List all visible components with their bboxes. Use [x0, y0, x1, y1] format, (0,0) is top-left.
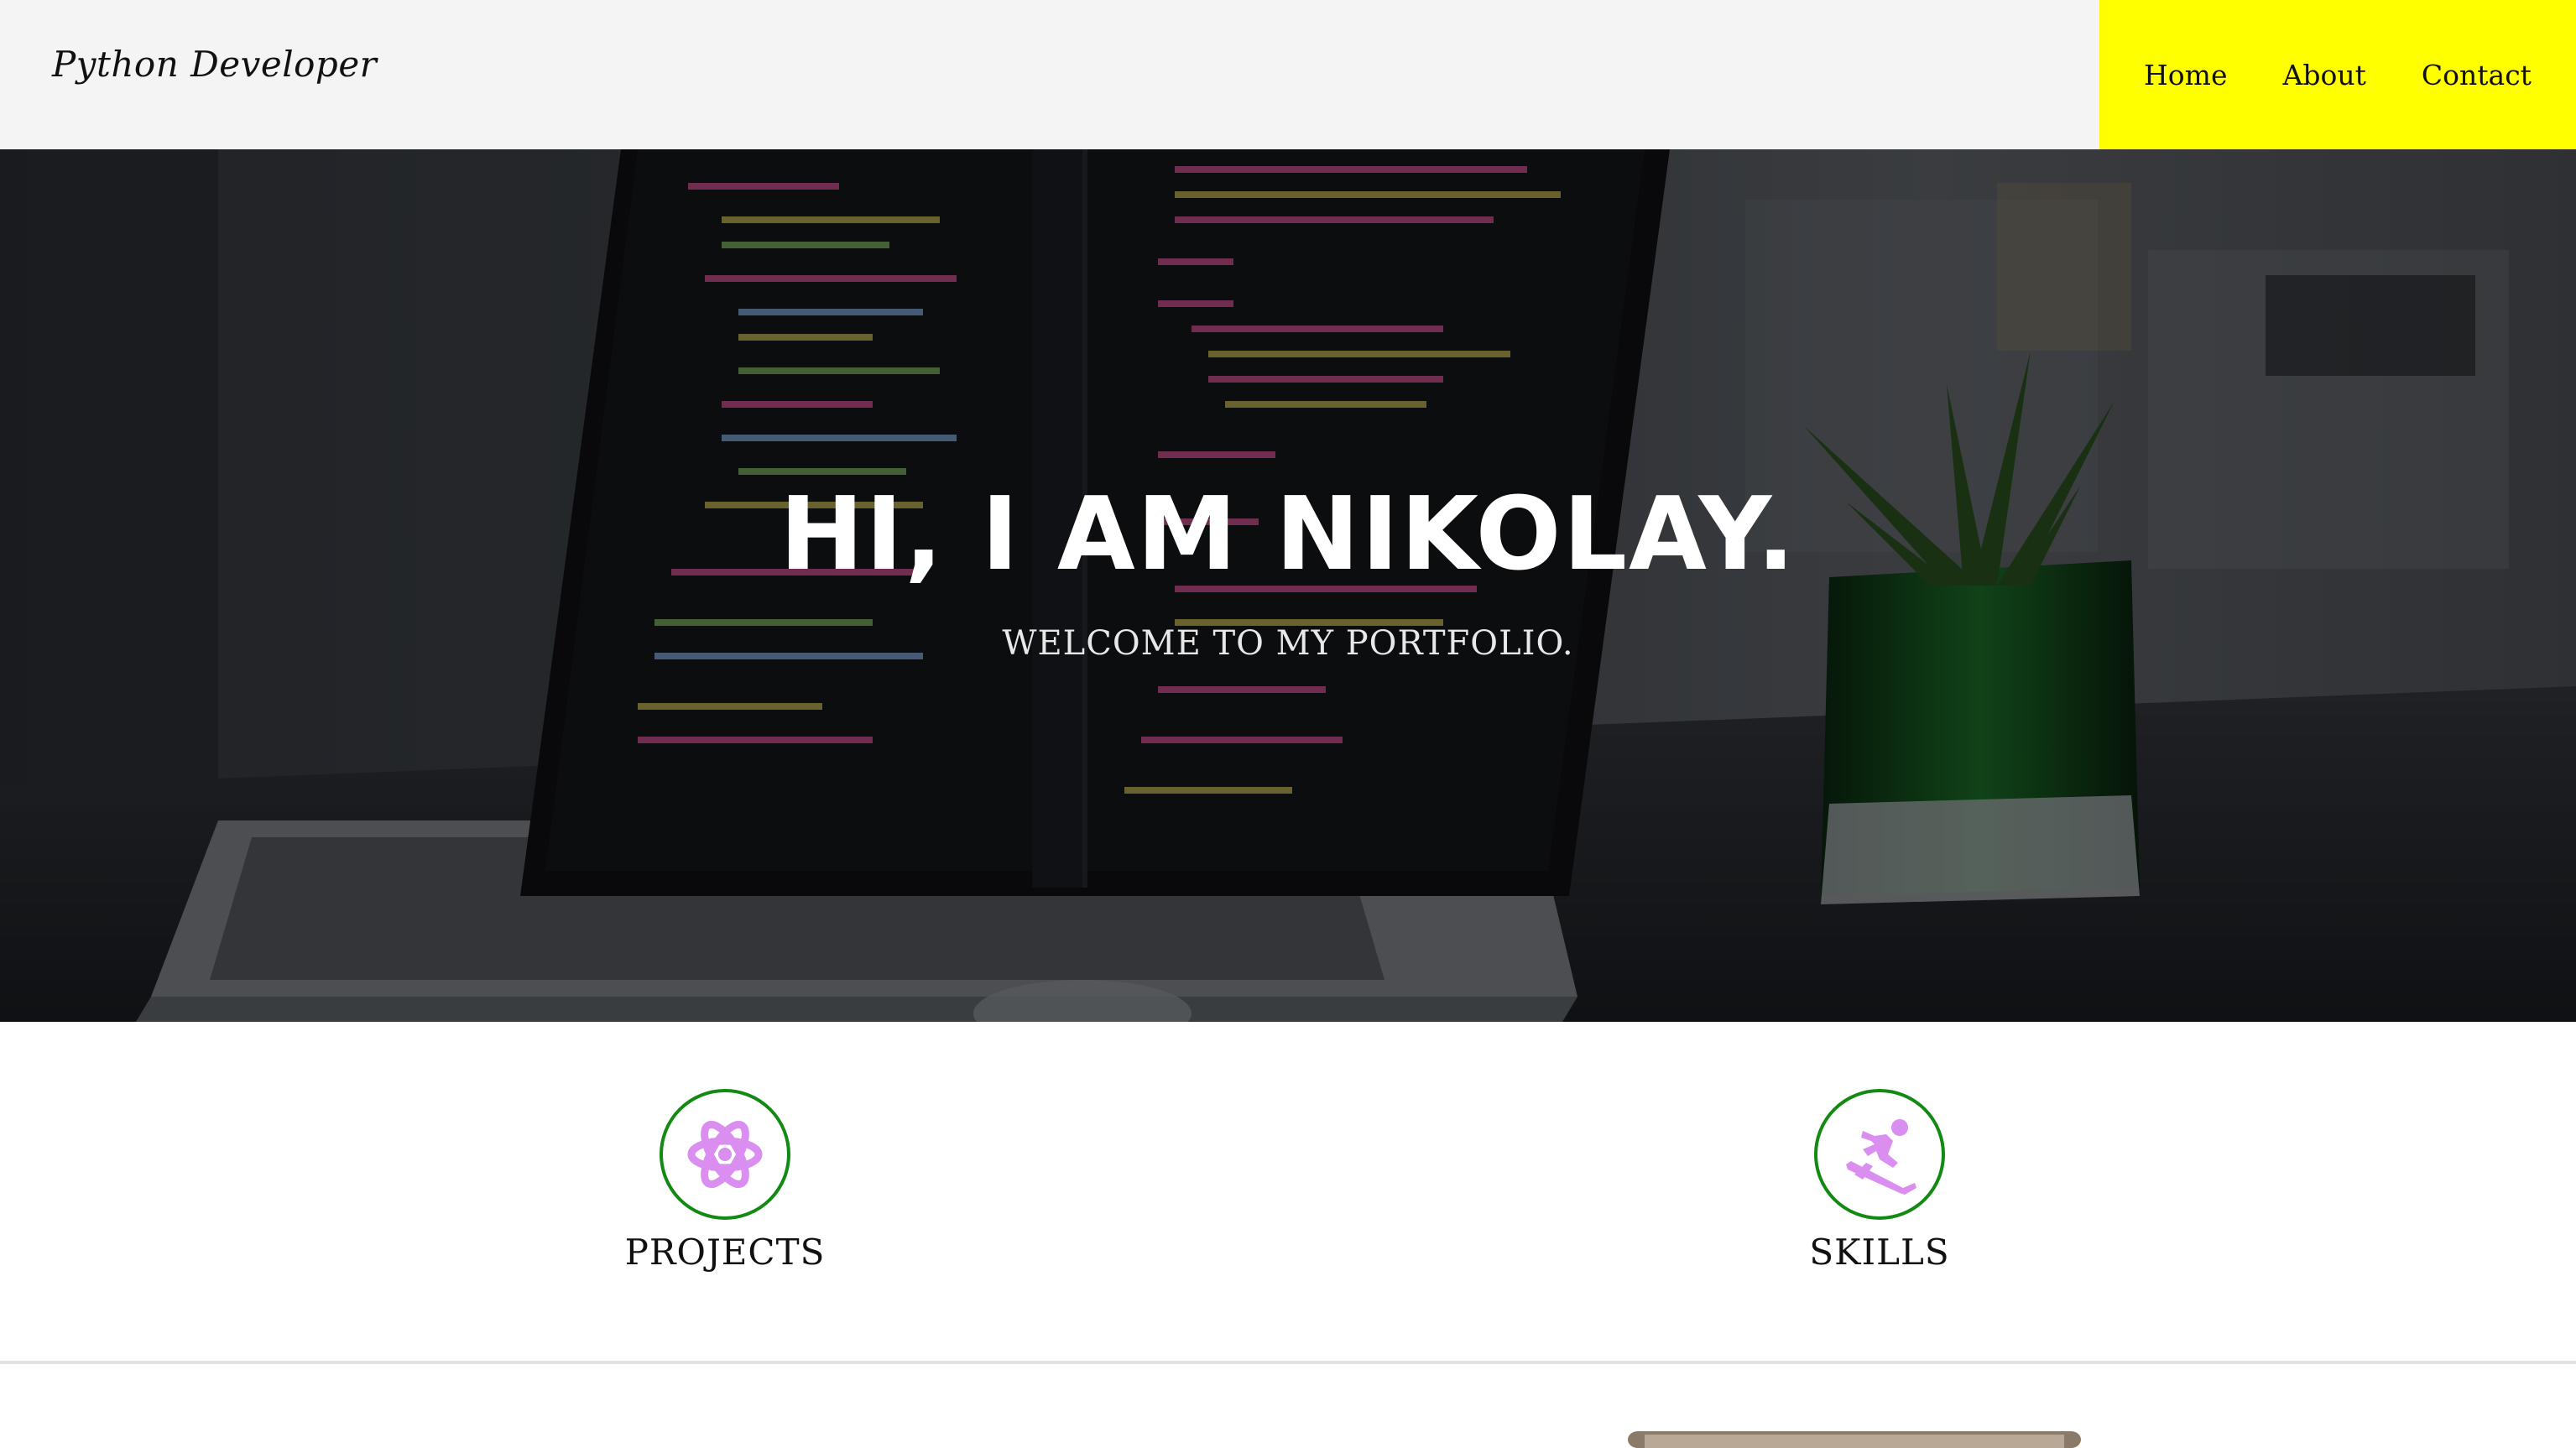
brand-logo-text[interactable]: Python Developer	[52, 44, 377, 85]
nav-link-contact[interactable]: Contact	[2422, 59, 2532, 91]
next-section-image-peek	[1628, 1431, 2081, 1448]
site-header: Python Developer Home About Contact	[0, 0, 2576, 149]
skills-icon-ring	[1814, 1089, 1945, 1220]
features-section: PROJECTS SKILLS	[0, 1022, 2576, 1361]
hero-title: HI, I AM NIKOLAY.	[779, 477, 1797, 593]
atom-icon	[687, 1120, 763, 1189]
nav-link-about[interactable]: About	[2283, 59, 2366, 91]
nav-link-home[interactable]: Home	[2144, 59, 2227, 91]
feature-skills-label: SKILLS	[1809, 1232, 1950, 1273]
hero-section: HI, I AM NIKOLAY. WELCOME TO MY PORTFOLI…	[0, 149, 2576, 1022]
projects-icon-ring	[660, 1089, 790, 1220]
feature-skills[interactable]: SKILLS	[1712, 1089, 2047, 1273]
main-nav: Home About Contact	[2099, 0, 2576, 149]
skiing-icon	[1846, 1119, 1916, 1195]
hero-subtitle: WELCOME TO MY PORTFOLIO.	[1002, 624, 1574, 663]
feature-projects[interactable]: PROJECTS	[557, 1089, 893, 1273]
feature-projects-label: PROJECTS	[624, 1232, 826, 1273]
section-divider	[0, 1361, 2576, 1364]
